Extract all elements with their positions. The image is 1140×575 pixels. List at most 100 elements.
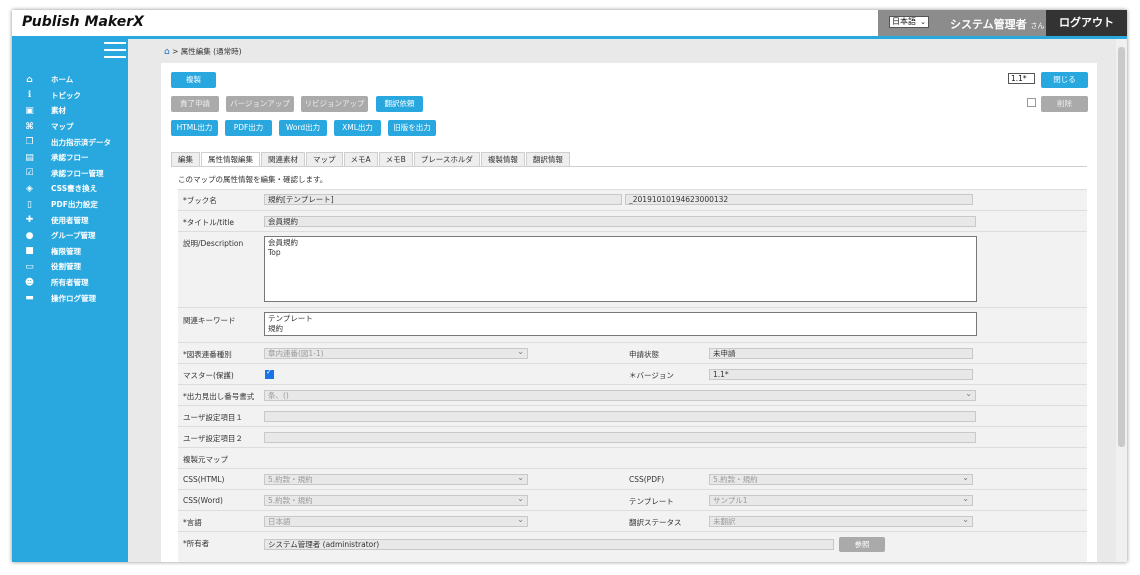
language-select[interactable]: 日本語 ⌄ bbox=[889, 16, 929, 28]
sidebar-item-group-admin[interactable]: ● グループ管理 bbox=[12, 228, 111, 244]
info-icon: ℹ bbox=[27, 90, 32, 101]
keyword-line: テンプレート bbox=[268, 314, 313, 323]
keywords-textarea[interactable]: テンプレート 規約 bbox=[264, 312, 977, 336]
css-word-select[interactable]: 5.約款・規約 bbox=[264, 495, 528, 506]
translation-status-select[interactable]: 未翻訳 bbox=[709, 516, 973, 527]
tab-memo-b[interactable]: メモB bbox=[378, 152, 413, 166]
title-field[interactable]: 会員規約 bbox=[264, 216, 976, 227]
master-protect-checkbox[interactable] bbox=[265, 368, 274, 379]
sidebar-item-label: 役割管理 bbox=[51, 262, 81, 272]
sitemap-icon: ⌘ bbox=[25, 121, 34, 132]
word-output-button[interactable]: Word出力 bbox=[279, 120, 327, 136]
sidebar-item-log-admin[interactable]: ▬ 操作ログ管理 bbox=[12, 290, 111, 306]
tab-translation-info[interactable]: 翻訳情報 bbox=[525, 152, 570, 166]
html-output-button[interactable]: HTML出力 bbox=[171, 120, 218, 136]
sidebar-item-owner-admin[interactable]: ☻ 所有者管理 bbox=[12, 275, 111, 291]
users-icon: ● bbox=[25, 230, 34, 241]
sidebar-item-label: 操作ログ管理 bbox=[51, 293, 96, 303]
pdf-output-button[interactable]: PDF出力 bbox=[225, 120, 272, 136]
user-field-1-label: ユーザ設定項目１ bbox=[183, 413, 243, 422]
copy-button[interactable]: 複製 bbox=[171, 72, 216, 88]
app-window: Publish MakerX 日本語 ⌄ システム管理者 さん ログアウト ⌂ ホ… bbox=[12, 10, 1127, 562]
book-name-field[interactable]: 規約[テンプレート] bbox=[264, 194, 622, 205]
complete-request-button[interactable]: 責了申請 bbox=[171, 96, 219, 112]
figure-numbering-label: *図表連番種別 bbox=[183, 350, 232, 359]
xml-output-button[interactable]: XML出力 bbox=[334, 120, 381, 136]
user-plus-icon: ✚ bbox=[25, 215, 34, 226]
form-row-master-version: マスター(保護) ＊バージョン 1.1* bbox=[178, 363, 1087, 385]
user-field-1-input[interactable] bbox=[264, 411, 976, 422]
css-html-select[interactable]: 5.約款・規約 bbox=[264, 474, 528, 485]
browse-button[interactable]: 参照 bbox=[839, 537, 885, 552]
lock-icon: ■ bbox=[25, 246, 34, 257]
sidebar-item-label: 所有者管理 bbox=[51, 278, 89, 288]
tab-memo-a[interactable]: メモA bbox=[343, 152, 378, 166]
sidebar-item-user-admin[interactable]: ✚ 使用者管理 bbox=[12, 212, 111, 228]
keywords-label: 関連キーワード bbox=[183, 316, 236, 325]
logout-button[interactable]: ログアウト bbox=[1046, 10, 1127, 36]
css-word-label: CSS(Word) bbox=[183, 496, 223, 505]
sidebar-item-label: 承認フロー管理 bbox=[51, 168, 104, 178]
delete-checkbox[interactable] bbox=[1027, 98, 1036, 107]
heading-format-select[interactable]: 条、() bbox=[264, 390, 976, 401]
tab-placeholder[interactable]: プレースホルダ bbox=[413, 152, 480, 166]
sidebar-item-material[interactable]: ▣ 素材 bbox=[12, 103, 111, 119]
form-row-language: *言語 日本語 翻訳ステータス 未翻訳 bbox=[178, 510, 1087, 532]
template-label: テンプレート bbox=[629, 497, 674, 506]
form-row-book-name: *ブック名 規約[テンプレート] _20191010194623000132 bbox=[178, 189, 1087, 211]
sidebar-item-label: 権限管理 bbox=[51, 246, 81, 256]
css-html-label: CSS(HTML) bbox=[183, 475, 225, 484]
hamburger-menu-icon[interactable] bbox=[104, 42, 126, 60]
old-version-output-button[interactable]: 旧版を出力 bbox=[388, 120, 436, 136]
home-icon: ⌂ bbox=[26, 74, 33, 85]
form-row-user-field-2: ユーザ設定項目２ bbox=[178, 426, 1087, 448]
description-line: Top bbox=[268, 248, 281, 257]
sidebar-item-permission-admin[interactable]: ■ 権限管理 bbox=[12, 244, 111, 260]
request-status-label: 申請状態 bbox=[629, 350, 659, 359]
app-logo: Publish MakerX bbox=[22, 14, 144, 30]
home-icon[interactable]: ⌂ bbox=[164, 47, 170, 57]
tab-related-material[interactable]: 関連素材 bbox=[261, 152, 305, 166]
version-select[interactable]: 1.1* bbox=[1008, 73, 1035, 84]
css-pdf-select[interactable]: 5.約款・規約 bbox=[709, 474, 973, 485]
version-up-button[interactable]: バージョンアップ bbox=[226, 96, 294, 112]
tab-map[interactable]: マップ bbox=[306, 152, 343, 166]
translation-request-button[interactable]: 翻訳依頼 bbox=[376, 96, 423, 112]
user-field-2-label: ユーザ設定項目２ bbox=[183, 434, 243, 443]
sidebar-item-approval-flow[interactable]: ▤ 承認フロー bbox=[12, 150, 111, 166]
master-protect-label: マスター(保護) bbox=[183, 371, 234, 380]
user-bar: 日本語 ⌄ システム管理者 さん bbox=[878, 10, 1046, 36]
form-row-css-word-template: CSS(Word) 5.約款・規約 テンプレート サンプル1 bbox=[178, 489, 1087, 511]
sidebar-item-topic[interactable]: ℹ トピック bbox=[12, 88, 111, 104]
tab-attribute-edit[interactable]: 属性情報編集 bbox=[201, 152, 260, 166]
description-textarea[interactable]: 会員規約 Top bbox=[264, 236, 977, 302]
clipboard-check-icon: ☑ bbox=[25, 168, 34, 179]
source-map-label: 複製元マップ bbox=[183, 455, 228, 464]
scrollbar-thumb[interactable] bbox=[1118, 47, 1125, 447]
user-field-2-input[interactable] bbox=[264, 432, 976, 443]
sidebar-item-label: CSS書き換え bbox=[51, 184, 98, 194]
tab-edit[interactable]: 編集 bbox=[171, 152, 200, 166]
sidebar-item-pdf-settings[interactable]: ▯ PDF出力設定 bbox=[12, 197, 111, 213]
book-name-label: *ブック名 bbox=[183, 196, 217, 205]
sidebar-item-map[interactable]: ⌘ マップ bbox=[12, 119, 111, 135]
delete-button[interactable]: 削除 bbox=[1041, 96, 1088, 112]
sidebar-item-label: 出力指示済データ bbox=[51, 137, 111, 147]
sidebar-item-home[interactable]: ⌂ ホーム bbox=[12, 72, 111, 88]
figure-numbering-select[interactable]: 章内連番(図1-1) bbox=[264, 348, 528, 359]
sidebar-item-approval-flow-admin[interactable]: ☑ 承認フロー管理 bbox=[12, 166, 111, 182]
sidebar-item-output-data[interactable]: ❐ 出力指示済データ bbox=[12, 134, 111, 150]
close-button[interactable]: 閉じる bbox=[1041, 72, 1088, 88]
sidebar-item-css[interactable]: ◈ CSS書き換え bbox=[12, 181, 111, 197]
revision-up-button[interactable]: リビジョンアップ bbox=[301, 96, 368, 112]
tab-copy-info[interactable]: 複製情報 bbox=[480, 152, 525, 166]
sidebar-item-label: 使用者管理 bbox=[51, 215, 89, 225]
version-field: 1.1* bbox=[709, 369, 973, 380]
sidebar-item-role-admin[interactable]: ▭ 役割管理 bbox=[12, 259, 111, 275]
vertical-scrollbar[interactable] bbox=[1116, 39, 1127, 562]
sidebar-item-label: 承認フロー bbox=[51, 153, 89, 163]
template-select[interactable]: サンプル1 bbox=[709, 495, 973, 506]
language-field-select[interactable]: 日本語 bbox=[264, 516, 528, 527]
form-row-css: CSS(HTML) 5.約款・規約 CSS(PDF) 5.約款・規約 bbox=[178, 468, 1087, 490]
sidebar-item-label: グループ管理 bbox=[51, 231, 96, 241]
